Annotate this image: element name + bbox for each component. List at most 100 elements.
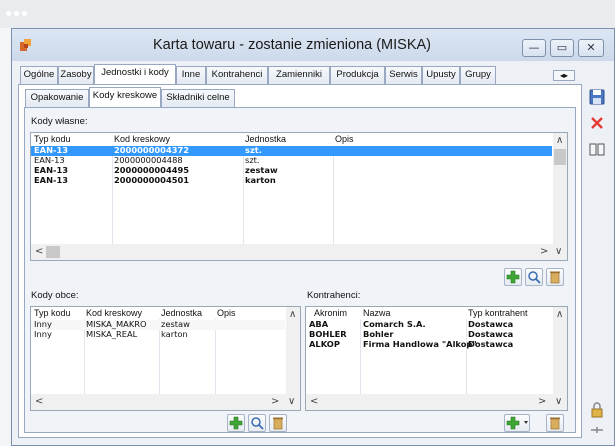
trash-icon xyxy=(550,417,560,430)
delete-button[interactable] xyxy=(546,414,564,432)
cell-nazwa: Bohler xyxy=(363,329,394,339)
kody-wlasne-label: Kody własne: xyxy=(31,116,88,127)
host-title-strip xyxy=(0,0,615,28)
cell-akronim: ABA xyxy=(309,319,329,329)
scroll-thumb[interactable] xyxy=(554,149,566,165)
table-row[interactable]: Inny MISKA_MAKRO zestaw xyxy=(31,320,285,330)
pin-icon xyxy=(591,427,603,433)
search-button[interactable] xyxy=(525,268,543,286)
plus-icon xyxy=(229,416,243,430)
cell-typ-kodu: EAN-13 xyxy=(34,145,69,155)
tab-jednostki-i-kody[interactable]: Jednostki i kody xyxy=(94,64,176,84)
horizontal-scrollbar[interactable]: < > ∨ xyxy=(306,394,567,410)
maximize-button[interactable]: ▭ xyxy=(550,39,574,57)
window-dot xyxy=(22,11,27,16)
help-button[interactable] xyxy=(587,139,607,159)
pin-button[interactable] xyxy=(587,423,607,437)
column-header[interactable]: Akronim xyxy=(314,307,347,319)
minimize-button[interactable]: — xyxy=(522,39,546,57)
scroll-up-icon[interactable]: ∧ xyxy=(556,310,563,320)
tab-scroller[interactable]: ◂▸ xyxy=(553,70,575,81)
table-row[interactable]: ALKOP Firma Handlowa "Alkop" Dostawca xyxy=(306,340,552,350)
cell-kod-kreskowy: 2000000004372 xyxy=(114,145,190,155)
scroll-right-icon[interactable]: > xyxy=(540,247,548,257)
column-header[interactable]: Nazwa xyxy=(363,307,391,319)
column-header[interactable]: Typ kodu xyxy=(34,307,71,319)
column-header[interactable]: Opis xyxy=(217,307,236,319)
tab-skladniki-celne[interactable]: Składniki celne xyxy=(161,89,235,107)
horizontal-scrollbar[interactable]: < > ∨ xyxy=(31,394,300,410)
vertical-scrollbar[interactable]: ∧ xyxy=(286,307,300,394)
vertical-scrollbar[interactable]: ∧ xyxy=(553,133,567,244)
save-button[interactable] xyxy=(587,87,607,107)
scroll-left-icon[interactable]: < xyxy=(310,397,318,407)
column-header[interactable]: Jednostka xyxy=(161,307,202,319)
scroll-right-icon[interactable]: > xyxy=(538,397,546,407)
tab-grupy[interactable]: Grupy xyxy=(460,66,496,84)
tab-zamienniki[interactable]: Zamienniki xyxy=(268,66,330,84)
cancel-button[interactable] xyxy=(587,113,607,133)
column-header[interactable]: Kod kreskowy xyxy=(114,133,170,145)
lock-icon xyxy=(591,402,603,418)
cell-jednostka: szt. xyxy=(245,145,262,155)
table-row[interactable]: Inny MISKA_REAL karton xyxy=(31,330,285,340)
add-dropdown-button[interactable] xyxy=(504,414,530,432)
add-button[interactable] xyxy=(227,414,245,432)
table-row[interactable]: EAN-13 2000000004488 szt. xyxy=(31,156,552,166)
horizontal-scrollbar[interactable]: < > ∨ xyxy=(31,244,567,260)
magnifier-icon xyxy=(528,271,541,284)
delete-button[interactable] xyxy=(546,268,564,286)
tab-scroll-right-icon[interactable]: ▸ xyxy=(564,71,568,80)
cell-jednostka: zestaw xyxy=(161,319,190,329)
scroll-down-icon[interactable]: ∨ xyxy=(555,397,562,407)
cell-typ-kodu: EAN-13 xyxy=(34,155,65,165)
scroll-left-icon[interactable]: < xyxy=(35,397,43,407)
column-header[interactable]: Jednostka xyxy=(245,133,286,145)
cell-jednostka: szt. xyxy=(245,155,260,165)
cell-nazwa: Firma Handlowa "Alkop" xyxy=(363,339,477,349)
window-dot xyxy=(6,11,11,16)
plus-icon xyxy=(506,416,520,430)
column-header[interactable]: Kod kreskowy xyxy=(86,307,142,319)
dropdown-arrow-icon[interactable] xyxy=(524,421,528,424)
red-x-icon xyxy=(591,117,603,129)
tab-opakowanie[interactable]: Opakowanie xyxy=(25,89,89,107)
lock-button[interactable] xyxy=(587,401,607,419)
scroll-up-icon[interactable]: ∧ xyxy=(556,136,563,146)
scroll-left-icon[interactable]: < xyxy=(35,247,43,257)
tab-zasoby[interactable]: Zasoby xyxy=(58,66,94,84)
tab-serwis[interactable]: Serwis xyxy=(385,66,422,84)
scroll-right-icon[interactable]: > xyxy=(271,397,279,407)
window-dot xyxy=(14,11,19,16)
column-header[interactable]: Typ kontrahent xyxy=(468,307,528,319)
floppy-disk-icon xyxy=(589,89,605,105)
cell-kod-kreskowy: MISKA_MAKRO xyxy=(86,319,147,329)
title-bar: Karta towaru - zostanie zmieniona (MISKA… xyxy=(12,29,614,61)
scroll-thumb[interactable] xyxy=(46,246,60,258)
vertical-scrollbar[interactable]: ∧ xyxy=(553,307,567,394)
tab-upusty[interactable]: Upusty xyxy=(422,66,460,84)
delete-button[interactable] xyxy=(269,414,287,432)
tab-inne[interactable]: Inne xyxy=(176,66,206,84)
column-header[interactable]: Opis xyxy=(335,133,354,145)
scroll-down-icon[interactable]: ∨ xyxy=(555,247,562,257)
column-header[interactable]: Typ kodu xyxy=(34,133,71,145)
tab-kontrahenci[interactable]: Kontrahenci xyxy=(206,66,268,84)
app-icon xyxy=(20,39,31,51)
tab-produkcja[interactable]: Produkcja xyxy=(330,66,385,84)
search-button[interactable] xyxy=(248,414,266,432)
cell-jednostka: zestaw xyxy=(245,165,278,175)
cell-akronim: ALKOP xyxy=(309,339,340,349)
scroll-up-icon[interactable]: ∧ xyxy=(289,310,296,320)
tab-ogolne[interactable]: Ogólne xyxy=(20,66,58,84)
book-icon xyxy=(589,143,605,156)
table-row[interactable]: EAN-13 2000000004501 karton xyxy=(31,176,552,186)
table-row[interactable]: EAN-13 2000000004495 zestaw xyxy=(31,166,552,176)
product-card-window: Karta towaru - zostanie zmieniona (MISKA… xyxy=(11,28,615,446)
add-button[interactable] xyxy=(504,268,522,286)
tab-kody-kreskowe[interactable]: Kody kreskowe xyxy=(89,87,161,107)
table-row[interactable]: EAN-13 2000000004372 szt. xyxy=(31,146,552,156)
scroll-down-icon[interactable]: ∨ xyxy=(288,397,295,407)
close-button[interactable]: ✕ xyxy=(578,39,604,57)
cell-typ-kodu: Inny xyxy=(34,329,52,339)
